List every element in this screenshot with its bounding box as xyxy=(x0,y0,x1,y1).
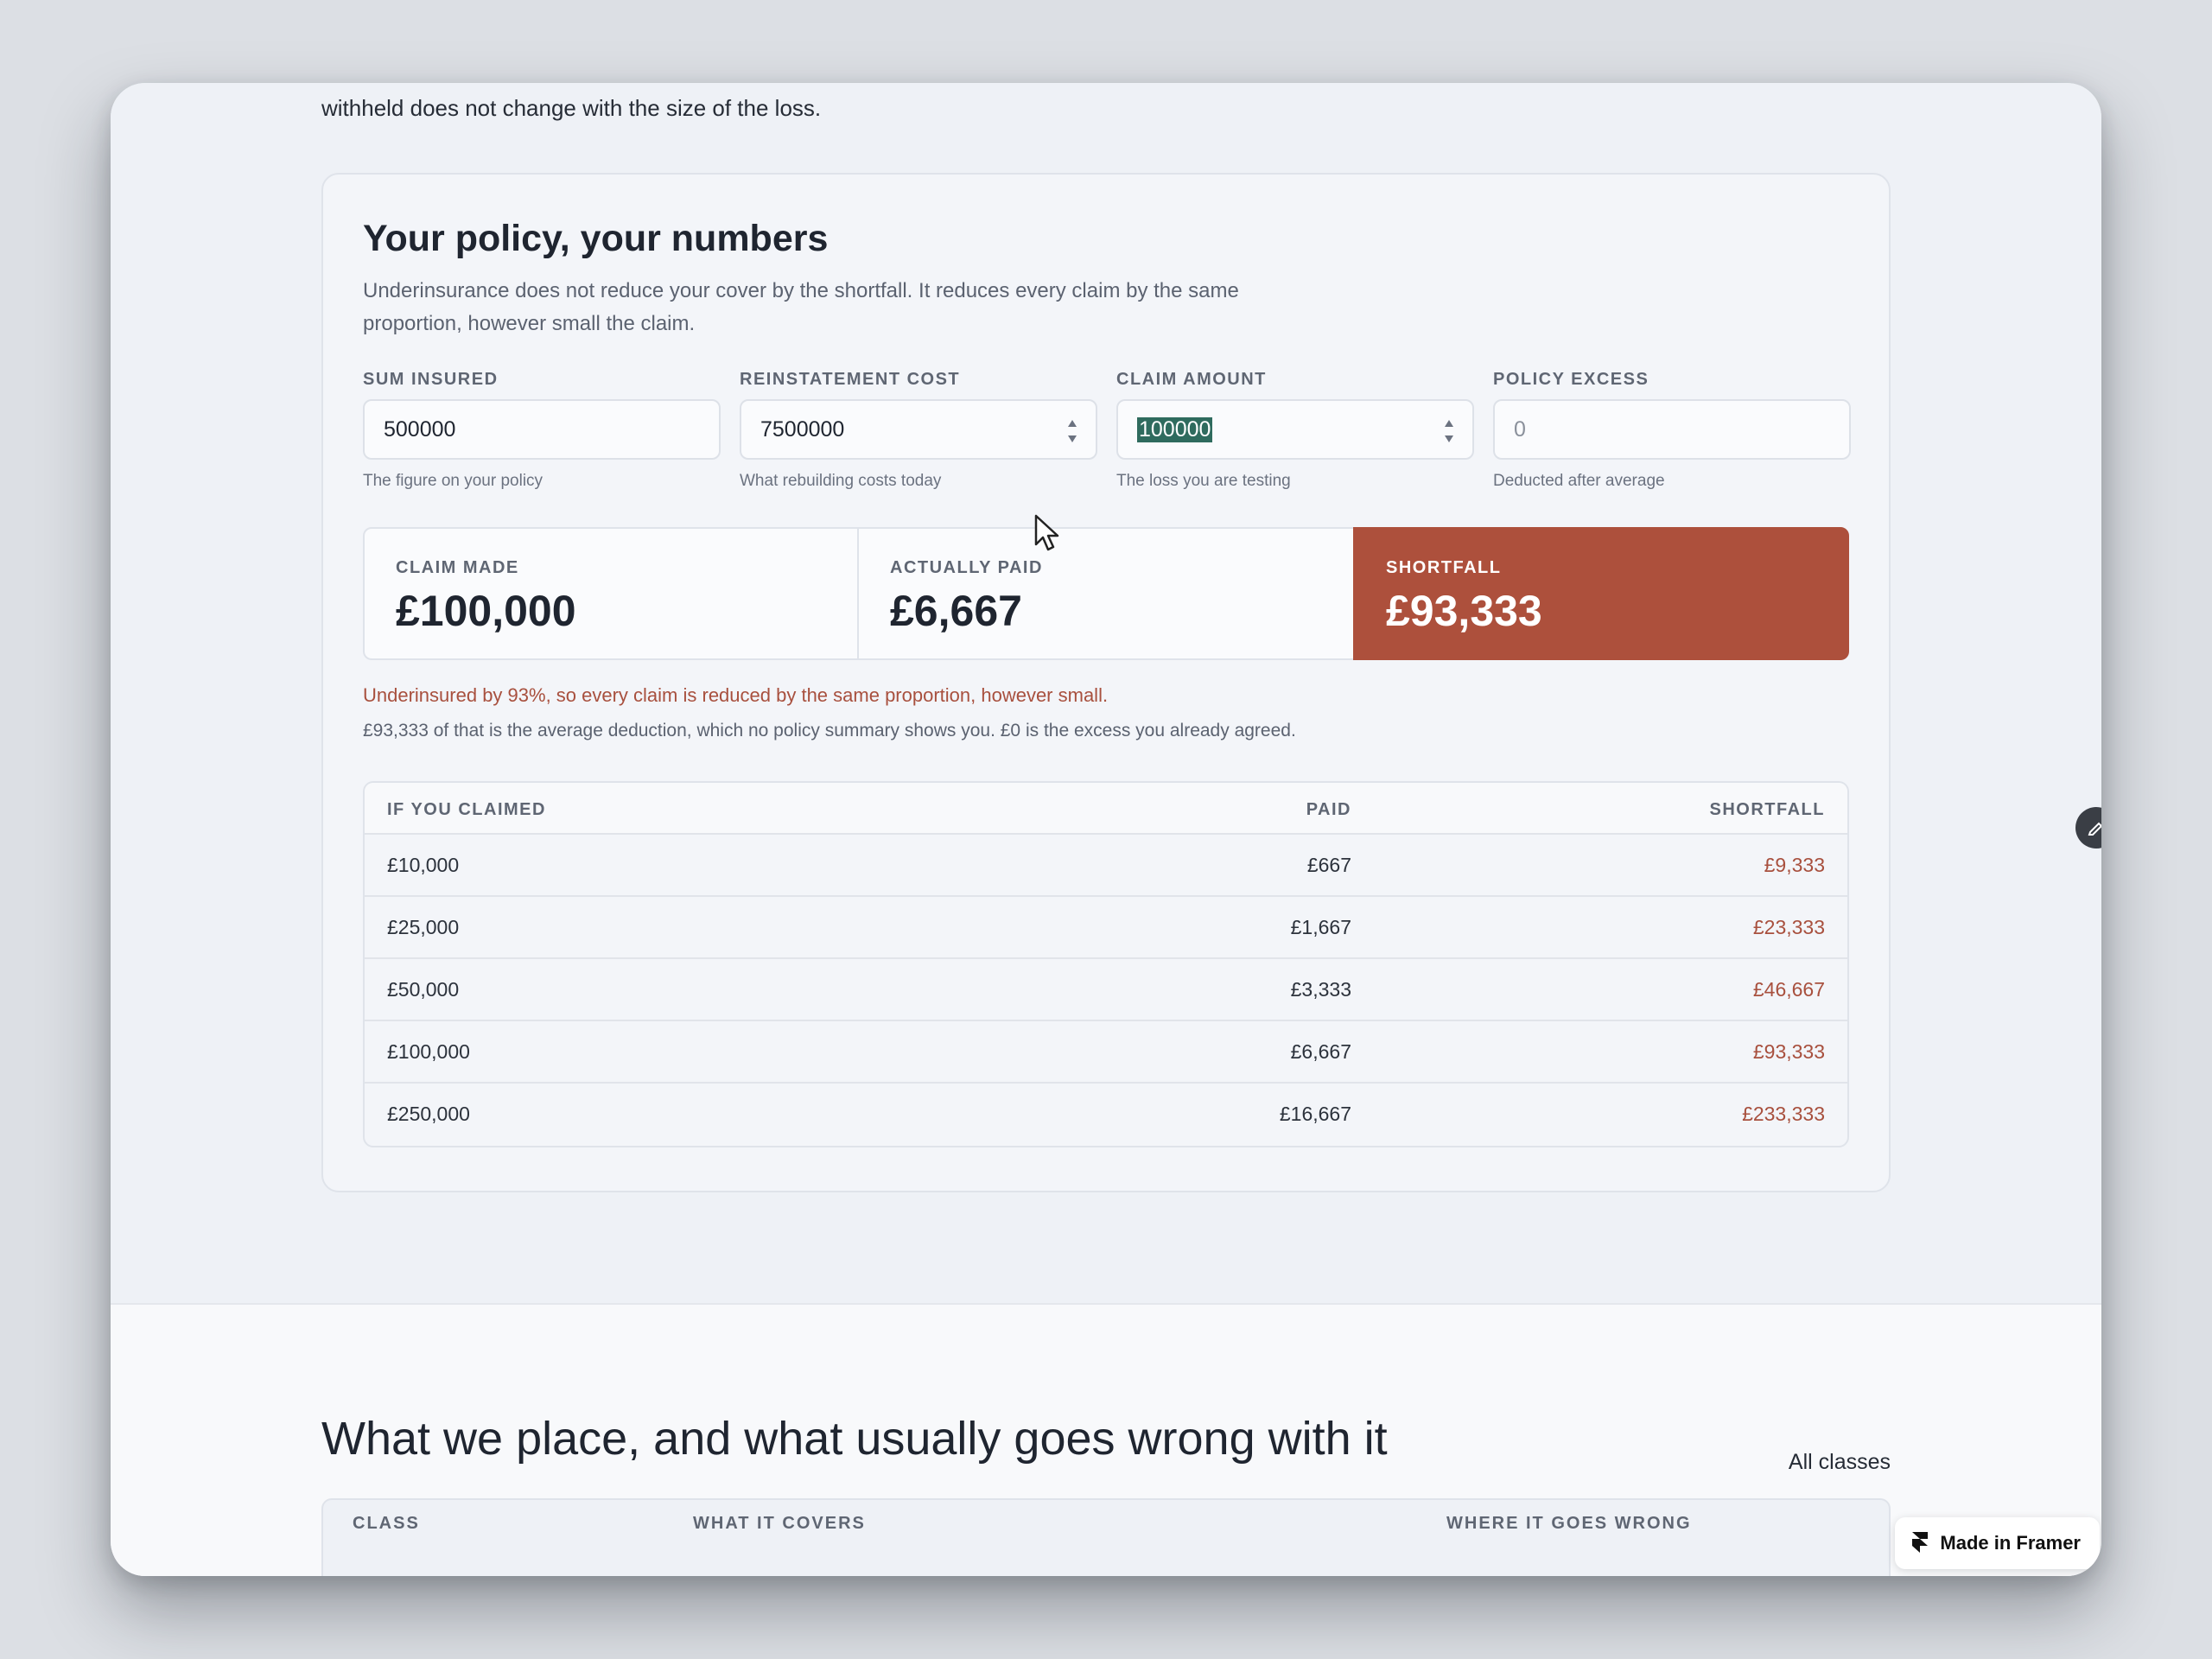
policy-excess-hint: Deducted after average xyxy=(1493,472,1665,490)
table-row: £25,000 £1,667 £23,333 xyxy=(365,897,1847,959)
header-paid: PAID xyxy=(1306,800,1351,819)
all-classes-link[interactable]: All classes xyxy=(1789,1450,1891,1475)
mouse-cursor-icon xyxy=(1034,514,1059,551)
header-class: CLASS xyxy=(353,1514,420,1533)
row-paid: £16,667 xyxy=(1279,1103,1351,1125)
reinstatement-cost-hint: What rebuilding costs today xyxy=(740,472,942,490)
calculator-card: Your policy, your numbers Underinsurance… xyxy=(321,173,1891,1192)
row-shortfall: £9,333 xyxy=(1764,854,1825,876)
shortfall-tile: SHORTFALL £93,333 xyxy=(1353,527,1849,660)
table-row: £10,000 £667 £9,333 xyxy=(365,835,1847,897)
row-paid: £3,333 xyxy=(1290,978,1351,1001)
row-paid: £667 xyxy=(1306,854,1351,876)
browser-window: withheld does not change with the size o… xyxy=(111,83,2101,1576)
reinstatement-cost-value: 7500000 xyxy=(760,416,845,442)
row-shortfall: £93,333 xyxy=(1752,1040,1825,1063)
shortfall-value: £93,333 xyxy=(1386,587,1542,635)
deduction-note: £93,333 of that is the average deduction… xyxy=(363,721,1296,741)
calculator-title: Your policy, your numbers xyxy=(363,218,829,259)
claim-scenarios-table: IF YOU CLAIMED PAID SHORTFALL £10,000 £6… xyxy=(363,781,1849,1147)
policy-excess-value: 0 xyxy=(1514,416,1526,442)
claim-made-tile: CLAIM MADE £100,000 xyxy=(363,527,859,660)
row-claimed: £10,000 xyxy=(387,854,460,876)
classes-table-header: CLASS WHAT IT COVERS WHERE IT GOES WRONG xyxy=(321,1498,1891,1576)
table-header: IF YOU CLAIMED PAID SHORTFALL xyxy=(365,783,1847,835)
classes-title: What we place, and what usually goes wro… xyxy=(321,1413,1388,1465)
table-row: £250,000 £16,667 £233,333 xyxy=(365,1084,1847,1146)
sum-insured-field: SUM INSURED 500000 The figure on your po… xyxy=(363,370,721,491)
claim-amount-field: CLAIM AMOUNT 100000 The loss you are tes… xyxy=(1116,370,1474,491)
sum-insured-value: 500000 xyxy=(384,416,456,442)
calculator-section: withheld does not change with the size o… xyxy=(111,83,2101,1303)
actually-paid-tile: ACTUALLY PAID £6,667 xyxy=(857,527,1355,660)
header-what-it-covers: WHAT IT COVERS xyxy=(693,1514,866,1533)
stepper-arrows-icon[interactable] xyxy=(1443,416,1455,446)
made-in-framer-badge[interactable]: Made in Framer xyxy=(1895,1517,2100,1569)
reinstatement-cost-label: REINSTATEMENT COST xyxy=(740,370,961,389)
row-shortfall: £23,333 xyxy=(1752,916,1825,938)
row-claimed: £50,000 xyxy=(387,978,460,1001)
header-where-it-goes-wrong: WHERE IT GOES WRONG xyxy=(1446,1514,1692,1533)
badge-label: Made in Framer xyxy=(1940,1532,2081,1554)
row-paid: £1,667 xyxy=(1290,916,1351,938)
policy-excess-label: POLICY EXCESS xyxy=(1493,370,1649,389)
table-row: £50,000 £3,333 £46,667 xyxy=(365,959,1847,1021)
calculator-subtitle: Underinsurance does not reduce your cove… xyxy=(363,279,1239,335)
sum-insured-input[interactable]: 500000 xyxy=(363,399,721,460)
stepper-arrows-icon[interactable] xyxy=(1066,416,1078,446)
claim-amount-label: CLAIM AMOUNT xyxy=(1116,370,1267,389)
claim-amount-input[interactable]: 100000 xyxy=(1116,399,1474,460)
header-shortfall: SHORTFALL xyxy=(1709,800,1825,819)
row-claimed: £250,000 xyxy=(387,1103,470,1125)
header-if-you-claimed: IF YOU CLAIMED xyxy=(387,800,546,819)
framer-logo-icon xyxy=(1912,1532,1929,1553)
sum-insured-label: SUM INSURED xyxy=(363,370,499,389)
row-paid: £6,667 xyxy=(1290,1040,1351,1063)
row-shortfall: £233,333 xyxy=(1742,1103,1825,1125)
sum-insured-hint: The figure on your policy xyxy=(363,472,543,490)
row-shortfall: £46,667 xyxy=(1752,978,1825,1001)
intro-text: withheld does not change with the size o… xyxy=(321,95,822,121)
claim-made-label: CLAIM MADE xyxy=(396,558,519,577)
reinstatement-cost-input[interactable]: 7500000 xyxy=(740,399,1097,460)
claim-amount-hint: The loss you are testing xyxy=(1116,472,1291,490)
actually-paid-value: £6,667 xyxy=(890,587,1022,635)
reinstatement-cost-field: REINSTATEMENT COST 7500000 What rebuildi… xyxy=(740,370,1097,491)
policy-excess-field: POLICY EXCESS 0 Deducted after average xyxy=(1493,370,1851,491)
underinsurance-warning: Underinsured by 93%, so every claim is r… xyxy=(363,684,1109,706)
classes-section: What we place, and what usually goes wro… xyxy=(111,1303,2101,1576)
row-claimed: £100,000 xyxy=(387,1040,470,1063)
pencil-icon xyxy=(2088,822,2101,836)
policy-excess-input[interactable]: 0 xyxy=(1493,399,1851,460)
actually-paid-label: ACTUALLY PAID xyxy=(890,558,1043,577)
shortfall-label: SHORTFALL xyxy=(1386,558,1502,577)
table-row: £100,000 £6,667 £93,333 xyxy=(365,1021,1847,1084)
claim-amount-value: 100000 xyxy=(1137,416,1213,442)
claim-made-value: £100,000 xyxy=(396,587,576,635)
row-claimed: £25,000 xyxy=(387,916,460,938)
results-panel: CLAIM MADE £100,000 ACTUALLY PAID £6,667… xyxy=(363,527,1849,660)
